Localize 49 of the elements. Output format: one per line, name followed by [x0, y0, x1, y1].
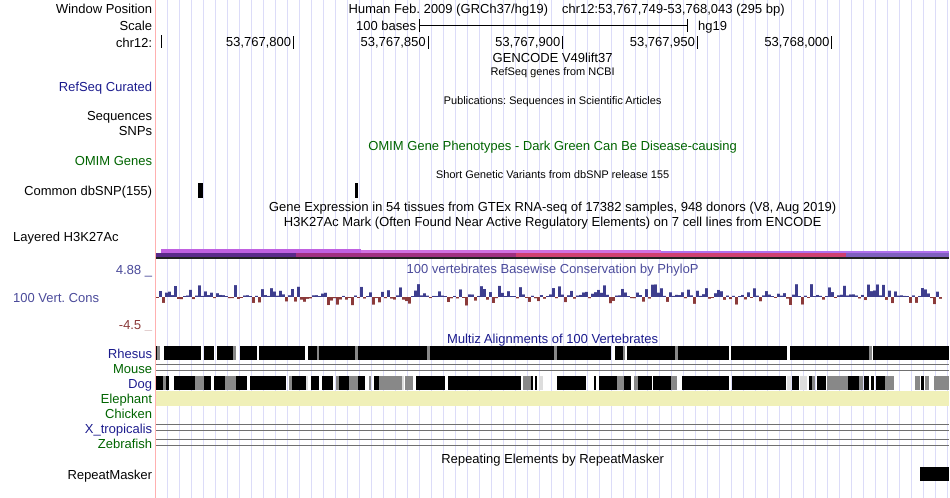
track-label: SNPs [118, 123, 152, 138]
track-label: Rhesus [108, 346, 152, 361]
ruler-tick [696, 36, 698, 48]
track-title: Repeating Elements by RepeatMasker [441, 451, 664, 466]
assembly-title: Human Feb. 2009 (GRCh37/hg19) [348, 0, 548, 17]
track-title: H3K27Ac Mark (Often Found Near Active Regulatory Elements) on 7 cell lines from ENCODE [284, 214, 822, 229]
variant-mark [198, 183, 203, 198]
scale-label: 100 bases [356, 17, 416, 34]
track-label: -4.5 _ [118, 317, 152, 331]
ruler-label: 53,767,800 [226, 34, 292, 50]
assembly-name: hg19 [698, 17, 727, 34]
track-label: Zebrafish [98, 436, 152, 451]
track-label: chr12: [116, 34, 152, 50]
ruler-tick [161, 35, 162, 48]
track-label: OMIM Genes [74, 153, 152, 168]
track-title: Gene Expression in 54 tissues from GTEx RNA-seq of 17382 samples, 948 donors (V8, Aug 2019) [268, 199, 836, 214]
ruler-label: 53,767,900 [495, 34, 562, 50]
track-label: X_tropicalis [84, 421, 152, 436]
window-position: chr12:53,767,749-53,768,043 (295 bp) [562, 0, 785, 17]
scale-bar-icon [419, 19, 689, 32]
track-title: GENCODE V49lift37 [492, 50, 612, 65]
variant-mark [355, 183, 358, 198]
track-label: RefSeq Curated [58, 79, 152, 94]
ruler-tick [831, 36, 832, 48]
track-label: Common dbSNP(155) [24, 183, 152, 198]
track-label: Window Position [56, 1, 152, 16]
track-label: Sequences [86, 108, 152, 123]
track-label: 4.88 _ [116, 262, 152, 276]
track-title: 100 vertebrates Basewise Conservation by PhyloP [406, 261, 698, 276]
ruler-tick [293, 36, 294, 48]
ruler-label: 53,767,850 [360, 34, 427, 50]
track-label: Dog [128, 376, 152, 391]
ruler-tick [428, 36, 429, 48]
track-label: Elephant [100, 391, 152, 406]
track-label: Mouse [112, 361, 152, 376]
repeat-element-block [920, 467, 949, 481]
track-title: OMIM Gene Phenotypes - Dark Green Can Be Disease-causing [368, 138, 737, 153]
track-label: RepeatMasker [67, 466, 152, 482]
ruler-tick [562, 36, 564, 48]
track-label: Chicken [105, 406, 152, 421]
track-subtitle: RefSeq genes from NCBI [490, 65, 615, 79]
track-subtitle: Publications: Sequences in Scientific Articles [444, 94, 662, 108]
track-subtitle: Short Genetic Variants from dbSNP release 155 [436, 168, 670, 182]
track-label: Scale [119, 18, 152, 33]
track-title: Multiz Alignments of 100 Vertebrates [446, 331, 658, 346]
ruler-label: 53,768,000 [764, 34, 830, 50]
track-label: 100 Vert. Cons [13, 290, 99, 304]
track-label: Layered H3K27Ac [13, 229, 119, 244]
ruler-label: 53,767,950 [630, 34, 696, 50]
